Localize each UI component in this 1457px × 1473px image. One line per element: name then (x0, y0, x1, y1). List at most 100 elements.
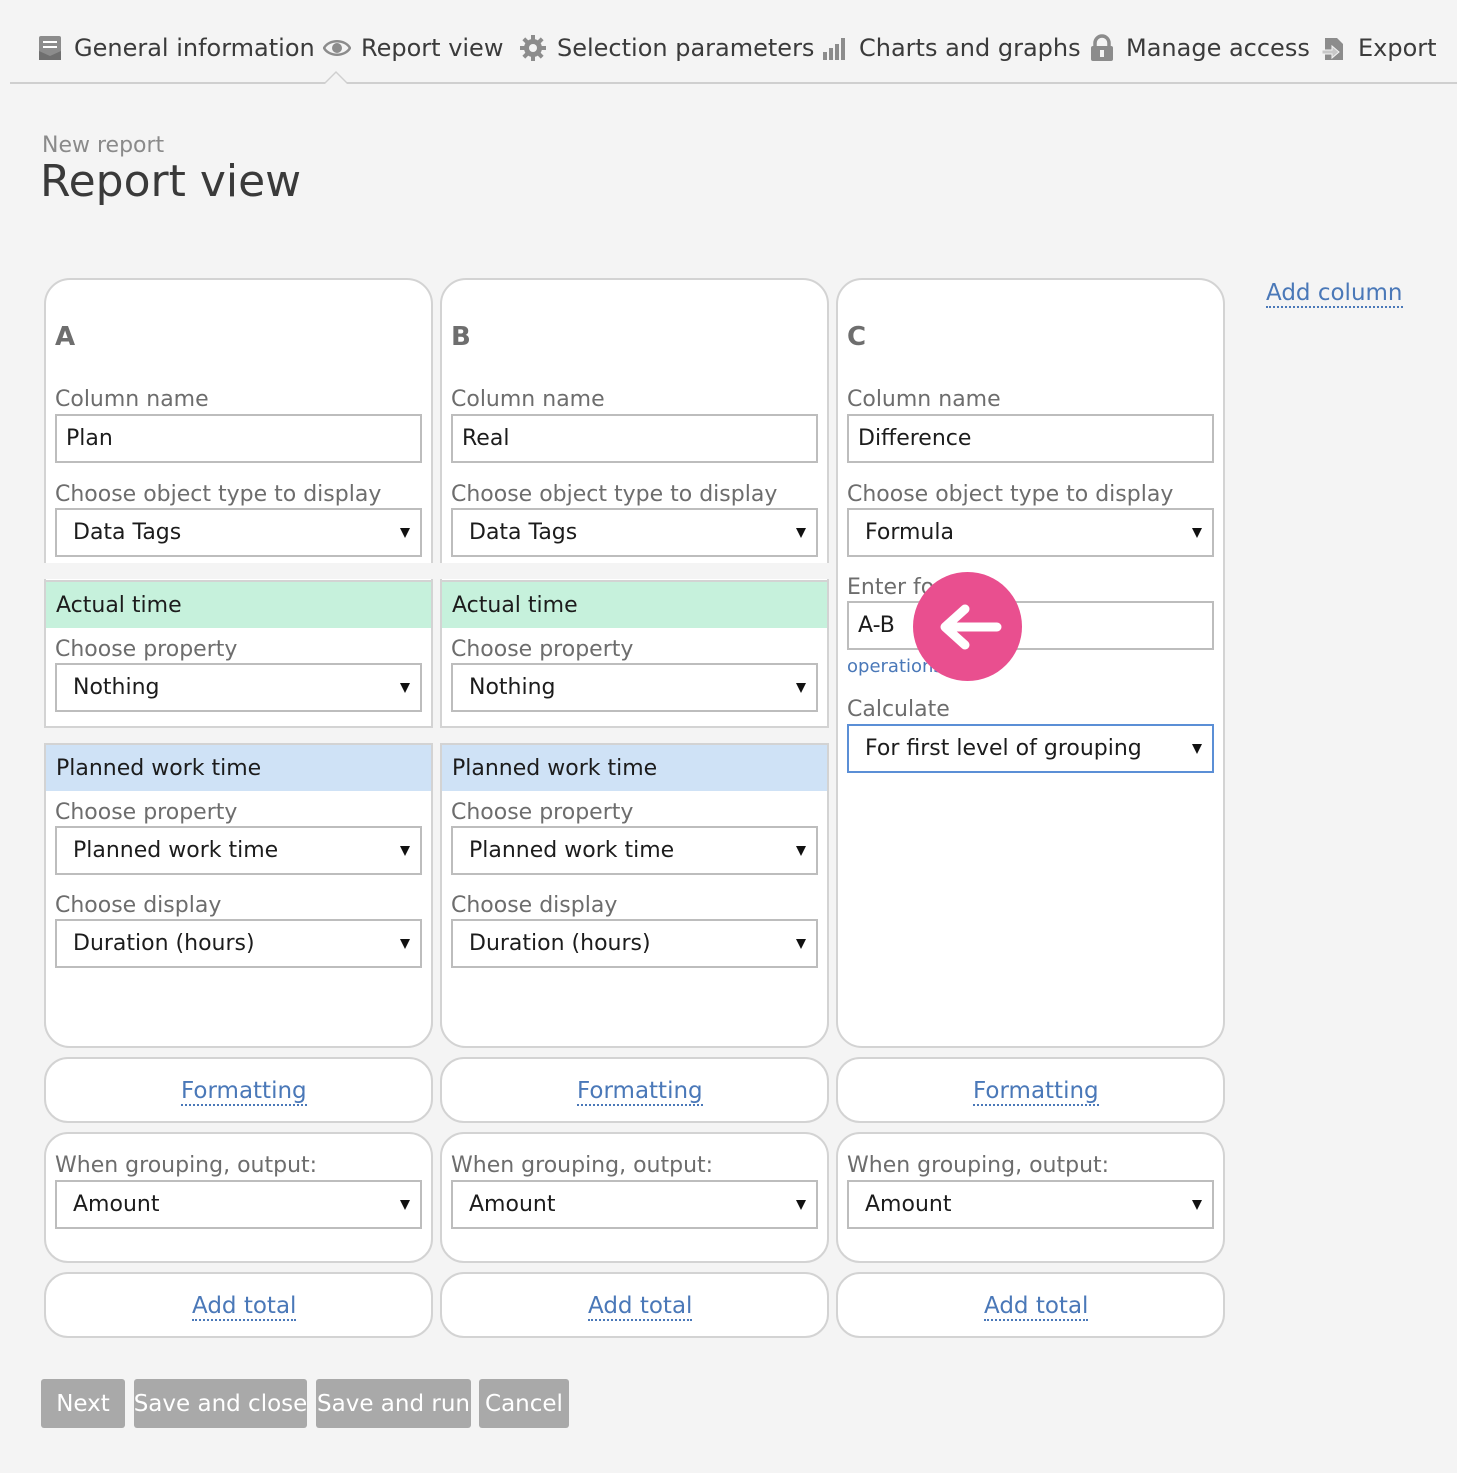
dropdown-arrow-icon (400, 683, 410, 693)
breadcrumb: New report (42, 133, 165, 158)
grouping-output-select[interactable]: Amount (451, 1180, 818, 1229)
display-value: Duration (hours) (73, 931, 255, 956)
display-select[interactable]: Duration (hours) (451, 919, 818, 968)
column-name-input[interactable]: Plan (55, 414, 422, 463)
planned-property-select[interactable]: Planned work time (55, 826, 422, 875)
formatting-link[interactable]: Formatting (973, 1078, 1099, 1106)
tab-export[interactable]: Export (1320, 28, 1437, 68)
property-value: Nothing (469, 675, 556, 700)
property-value: Planned work time (73, 838, 279, 863)
save-and-close-button[interactable]: Save and close (134, 1379, 307, 1428)
tab-manage-access[interactable]: Manage access (1088, 28, 1310, 68)
top-navigation: General information Report view Selectio… (10, 0, 1457, 84)
object-type-label: Choose object type to display (847, 482, 1174, 507)
object-type-value: Data Tags (73, 520, 182, 545)
block-separator (44, 563, 433, 579)
callout-arrow-icon (913, 572, 1022, 681)
dropdown-arrow-icon (1192, 1200, 1202, 1210)
document-icon (36, 34, 64, 62)
grouping-label: When grouping, output: (451, 1153, 714, 1178)
export-icon (1320, 34, 1348, 62)
grouping-output-select[interactable]: Amount (55, 1180, 422, 1229)
choose-property-label: Choose property (55, 800, 238, 825)
grouping-value: Amount (469, 1192, 556, 1217)
calculate-value: For first level of grouping (865, 736, 1142, 761)
planned-work-time-header: Planned work time (46, 745, 431, 791)
dropdown-arrow-icon (796, 846, 806, 856)
add-column-link[interactable]: Add column (1266, 280, 1403, 308)
grouping-value: Amount (73, 1192, 160, 1217)
dropdown-arrow-icon (400, 846, 410, 856)
cancel-button[interactable]: Cancel (479, 1379, 569, 1428)
active-tab-indicator (323, 71, 349, 84)
dropdown-arrow-icon (1192, 744, 1202, 754)
next-button[interactable]: Next (41, 1379, 125, 1428)
choose-display-label: Choose display (55, 893, 222, 918)
column-name-label: Column name (451, 387, 605, 412)
object-type-label: Choose object type to display (55, 482, 382, 507)
column-name-input[interactable]: Real (451, 414, 818, 463)
calculate-select[interactable]: For first level of grouping (847, 724, 1214, 773)
object-type-value: Data Tags (469, 520, 578, 545)
save-and-run-button[interactable]: Save and run (316, 1379, 471, 1428)
object-type-value: Formula (865, 520, 954, 545)
display-select[interactable]: Duration (hours) (55, 919, 422, 968)
bar-chart-icon (821, 34, 849, 62)
add-total-link[interactable]: Add total (588, 1293, 693, 1321)
tab-label: Selection parameters (557, 34, 815, 62)
dropdown-arrow-icon (796, 683, 806, 693)
calculate-label: Calculate (847, 697, 950, 722)
gear-icon (519, 34, 547, 62)
grouping-output-select[interactable]: Amount (847, 1180, 1214, 1229)
tab-general-information[interactable]: General information (36, 28, 315, 68)
column-letter: B (451, 322, 471, 352)
dropdown-arrow-icon (400, 528, 410, 538)
dropdown-arrow-icon (400, 1200, 410, 1210)
eye-icon (323, 34, 351, 62)
tab-label: Export (1358, 34, 1437, 62)
lock-icon (1088, 34, 1116, 62)
dropdown-arrow-icon (796, 939, 806, 949)
dropdown-arrow-icon (400, 939, 410, 949)
column-letter: A (55, 322, 76, 352)
tab-label: Charts and graphs (859, 34, 1081, 62)
column-letter: C (847, 322, 867, 352)
choose-property-label: Choose property (55, 637, 238, 662)
object-type-select[interactable]: Data Tags (451, 508, 818, 557)
actual-time-header: Actual time (442, 582, 827, 628)
block-separator (440, 728, 829, 743)
tab-charts-and-graphs[interactable]: Charts and graphs (821, 28, 1081, 68)
grouping-label: When grouping, output: (55, 1153, 318, 1178)
tab-label: Report view (361, 34, 504, 62)
tab-selection-parameters[interactable]: Selection parameters (519, 28, 814, 68)
dropdown-arrow-icon (796, 528, 806, 538)
add-total-link[interactable]: Add total (984, 1293, 1089, 1321)
property-value: Planned work time (469, 838, 675, 863)
column-name-input[interactable]: Difference (847, 414, 1214, 463)
dropdown-arrow-icon (796, 1200, 806, 1210)
grouping-value: Amount (865, 1192, 952, 1217)
planned-property-select[interactable]: Planned work time (451, 826, 818, 875)
tab-label: General information (74, 34, 315, 62)
actual-time-property-select[interactable]: Nothing (451, 663, 818, 712)
property-value: Nothing (73, 675, 160, 700)
object-type-select[interactable]: Formula (847, 508, 1214, 557)
dropdown-arrow-icon (1192, 528, 1202, 538)
add-total-link[interactable]: Add total (192, 1293, 297, 1321)
planned-work-time-header: Planned work time (442, 745, 827, 791)
choose-display-label: Choose display (451, 893, 618, 918)
tab-report-view[interactable]: Report view (323, 28, 503, 68)
column-name-label: Column name (847, 387, 1001, 412)
formula-input[interactable]: A-B (847, 601, 1214, 650)
formatting-link[interactable]: Formatting (577, 1078, 703, 1106)
object-type-select[interactable]: Data Tags (55, 508, 422, 557)
choose-property-label: Choose property (451, 800, 634, 825)
choose-property-label: Choose property (451, 637, 634, 662)
column-name-label: Column name (55, 387, 209, 412)
formatting-link[interactable]: Formatting (181, 1078, 307, 1106)
block-separator (44, 728, 433, 743)
actual-time-property-select[interactable]: Nothing (55, 663, 422, 712)
tab-label: Manage access (1126, 34, 1310, 62)
block-separator (440, 563, 829, 579)
actual-time-header: Actual time (46, 582, 431, 628)
